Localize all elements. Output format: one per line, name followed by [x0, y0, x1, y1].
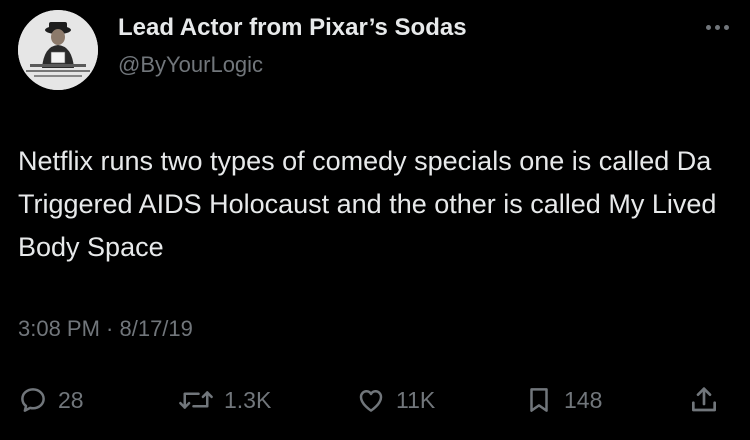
- avatar-image: [18, 10, 98, 90]
- avatar[interactable]: [18, 10, 98, 90]
- reply-button[interactable]: 28: [18, 378, 84, 422]
- like-count: 11K: [396, 386, 436, 413]
- author-handle[interactable]: @ByYourLogic: [118, 52, 263, 78]
- tweet-actions: 28 1.3K 11K 148: [0, 378, 750, 422]
- heart-icon: [359, 390, 383, 412]
- retweet-icon: [179, 391, 213, 409]
- retweet-button[interactable]: 1.3K: [178, 378, 271, 422]
- reply-count: 28: [58, 386, 84, 413]
- tweet-timestamp[interactable]: 3:08 PM · 8/17/19: [18, 316, 193, 342]
- author-name[interactable]: Lead Actor from Pixar’s Sodas: [118, 14, 467, 42]
- like-button[interactable]: 11K: [356, 378, 435, 422]
- share-icon: [692, 387, 716, 412]
- retweet-count: 1.3K: [224, 386, 272, 413]
- bookmark-icon: [530, 388, 548, 412]
- bookmark-button[interactable]: 148: [524, 378, 602, 422]
- more-options-icon[interactable]: [706, 22, 732, 32]
- bookmark-count: 148: [564, 386, 603, 413]
- reply-icon: [21, 388, 45, 412]
- tweet-text: Netflix runs two types of comedy special…: [18, 146, 717, 262]
- share-button[interactable]: [688, 378, 720, 422]
